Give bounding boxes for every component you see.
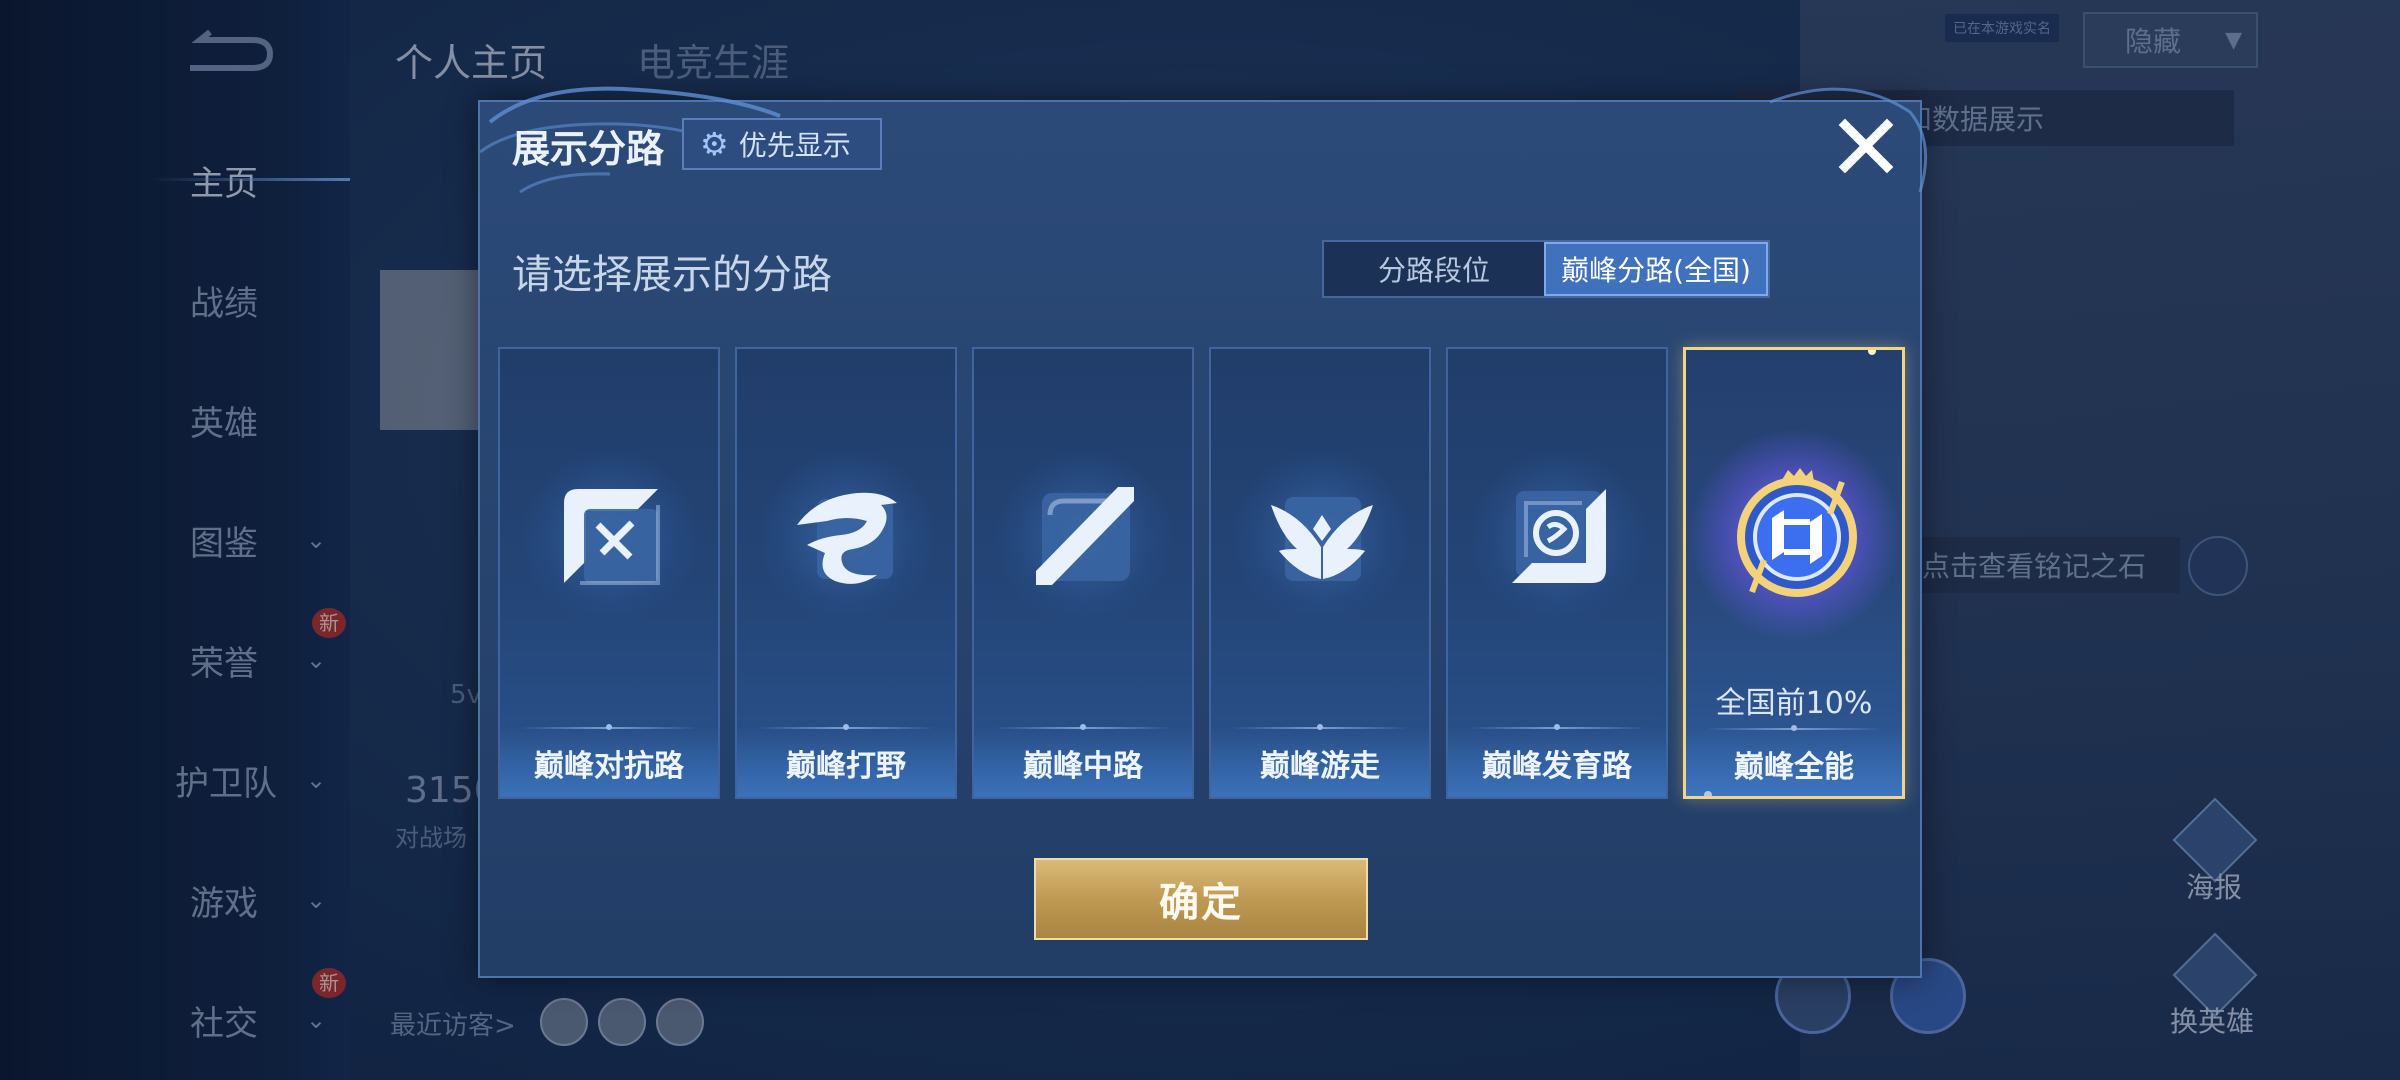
card-divider bbox=[520, 724, 698, 730]
lane-card-jungle[interactable]: 巅峰打野 bbox=[735, 347, 957, 799]
priority-display-button[interactable]: ⚙ 优先显示 bbox=[682, 118, 882, 170]
card-divider bbox=[1706, 725, 1882, 731]
dialog-subtitle: 请选择展示的分路 bbox=[512, 252, 832, 298]
lane-card-all-round[interactable]: 全国前10% 巅峰全能 bbox=[1683, 347, 1905, 799]
lane-card-roam[interactable]: 巅峰游走 bbox=[1209, 347, 1431, 799]
close-button[interactable] bbox=[1830, 110, 1902, 182]
lane-display-dialog: 展示分路 ⚙ 优先显示 请选择展示的分路 分路段位 巅峰分路(全国) 巅峰对抗路 bbox=[478, 86, 1928, 978]
lane-card-list: 巅峰对抗路 巅峰打野 巅峰中路 巅峰游走 巅峰发育路 全国前10% 巅峰全能 bbox=[498, 347, 1905, 799]
segment-peak-lane-national[interactable]: 巅峰分路(全国) bbox=[1544, 242, 1768, 296]
mid-lane-icon bbox=[1036, 487, 1134, 585]
card-divider bbox=[757, 724, 935, 730]
lane-card-clash[interactable]: 巅峰对抗路 bbox=[498, 347, 720, 799]
card-divider bbox=[1231, 724, 1409, 730]
segment-lane-rank[interactable]: 分路段位 bbox=[1324, 242, 1544, 296]
farm-lane-icon bbox=[1512, 489, 1606, 583]
clash-lane-icon bbox=[564, 489, 660, 585]
close-icon bbox=[1838, 118, 1894, 174]
lane-card-label: 巅峰打野 bbox=[786, 749, 906, 784]
selection-corner-dot bbox=[1704, 791, 1712, 796]
all-round-emblem-icon bbox=[1737, 468, 1857, 597]
lane-card-label: 巅峰发育路 bbox=[1482, 749, 1632, 784]
lane-card-mid[interactable]: 巅峰中路 bbox=[972, 347, 1194, 799]
lane-card-label: 巅峰游走 bbox=[1260, 749, 1380, 784]
lane-card-label: 巅峰中路 bbox=[1023, 749, 1143, 784]
priority-display-label: 优先显示 bbox=[738, 129, 851, 162]
gear-icon: ⚙ bbox=[700, 125, 729, 163]
lane-card-label: 巅峰对抗路 bbox=[534, 749, 684, 784]
lane-card-farm[interactable]: 巅峰发育路 bbox=[1446, 347, 1668, 799]
card-divider bbox=[1468, 724, 1646, 730]
lane-mode-toggle: 分路段位 巅峰分路(全国) bbox=[1322, 240, 1770, 298]
card-divider bbox=[994, 724, 1172, 730]
selection-corner-dot bbox=[1868, 350, 1876, 355]
roam-wings-icon bbox=[1271, 497, 1373, 581]
confirm-button[interactable]: 确定 bbox=[1034, 858, 1368, 940]
national-rank-text: 全国前10% bbox=[1715, 686, 1873, 721]
dialog-title: 展示分路 bbox=[512, 127, 665, 171]
lane-card-label: 巅峰全能 bbox=[1734, 750, 1854, 785]
jungle-dragon-icon bbox=[797, 492, 897, 584]
